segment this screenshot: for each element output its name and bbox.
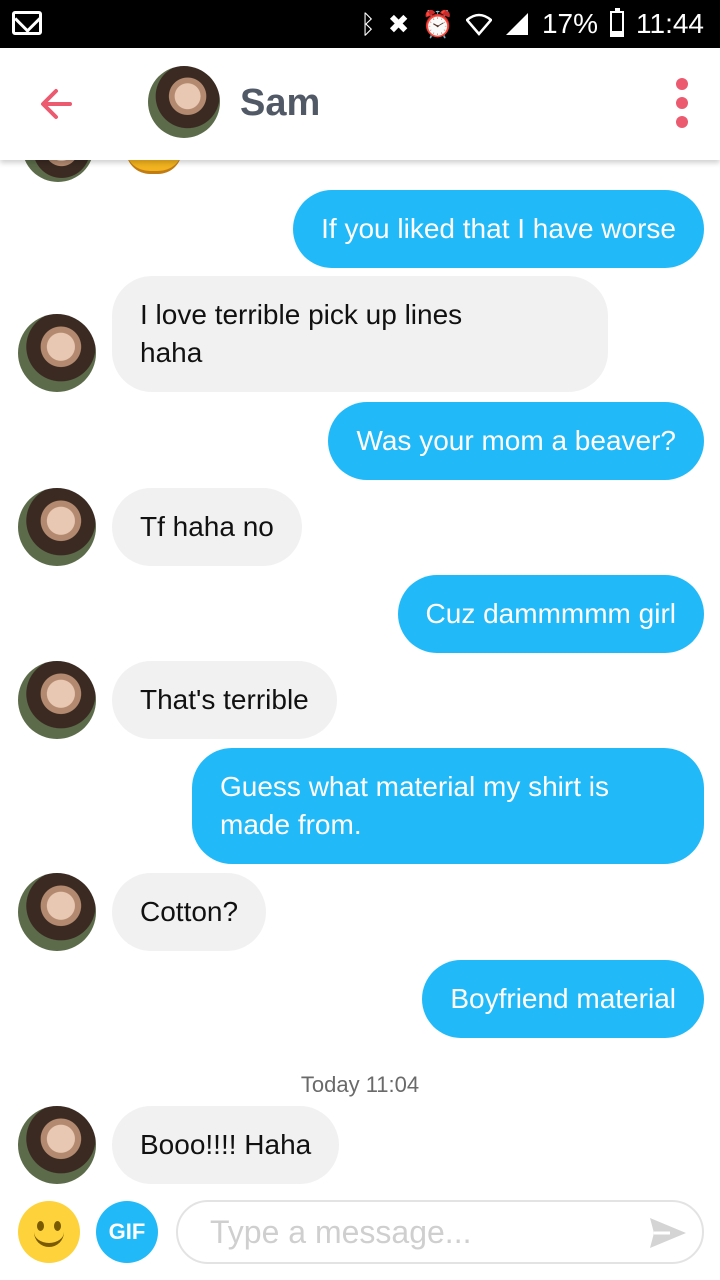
message-input-placeholder: Type a message...: [210, 1214, 472, 1250]
contact-avatar[interactable]: [18, 873, 96, 951]
chat-header: Sam: [0, 48, 720, 160]
message-received: Booo!!!! Haha: [112, 1106, 340, 1184]
kebab-menu-icon[interactable]: [670, 78, 694, 132]
status-bar: ᛒ ✖ ⏰ 17% 11:44: [0, 0, 720, 48]
contact-avatar[interactable]: [18, 1106, 96, 1184]
message-received: Cotton?: [112, 873, 267, 951]
timestamp-day: Today: [300, 1072, 360, 1097]
message-sent: If you liked that I have worse: [293, 190, 704, 268]
message-sent: Was your mom a beaver?: [328, 402, 704, 480]
mute-icon: ✖: [387, 9, 410, 39]
timestamp-time: 11:04: [365, 1072, 420, 1097]
contact-avatar[interactable]: [18, 488, 96, 566]
message-sent: Cuz dammmmm girl: [397, 575, 704, 653]
battery-icon: [610, 8, 624, 37]
message-received: Tf haha no: [112, 488, 302, 566]
message-sent: Guess what material my shirt is made fro…: [192, 748, 704, 864]
emoji-button[interactable]: [18, 1201, 80, 1263]
message-received: That's terrible: [112, 661, 337, 739]
battery-percentage: 17%: [541, 8, 598, 39]
contact-name[interactable]: Sam: [240, 82, 320, 125]
contact-avatar[interactable]: [18, 314, 96, 392]
contact-avatar[interactable]: [18, 661, 96, 739]
battery-fill: [612, 31, 622, 35]
mail-icon: [12, 11, 42, 35]
gif-button[interactable]: GIF: [96, 1201, 158, 1263]
wifi-icon: [465, 13, 492, 36]
send-icon[interactable]: [648, 1216, 688, 1250]
status-icons: ᛒ ✖ ⏰ 17% 11:44: [360, 6, 704, 42]
message-timestamp: Today 11:04: [0, 1072, 720, 1098]
signal-icon: [505, 13, 528, 35]
back-arrow-icon[interactable]: [36, 84, 76, 124]
emoji-icon-mouth: [34, 1229, 64, 1247]
message-received: I love terrible pick up lines haha: [112, 276, 608, 392]
alarm-icon: ⏰: [421, 9, 454, 39]
message-input[interactable]: Type a message...: [176, 1200, 704, 1264]
message-sent: Boyfriend material: [422, 960, 704, 1038]
bluetooth-icon: ᛒ: [360, 9, 376, 39]
contact-avatar[interactable]: [148, 66, 220, 138]
clock: 11:44: [636, 8, 704, 39]
